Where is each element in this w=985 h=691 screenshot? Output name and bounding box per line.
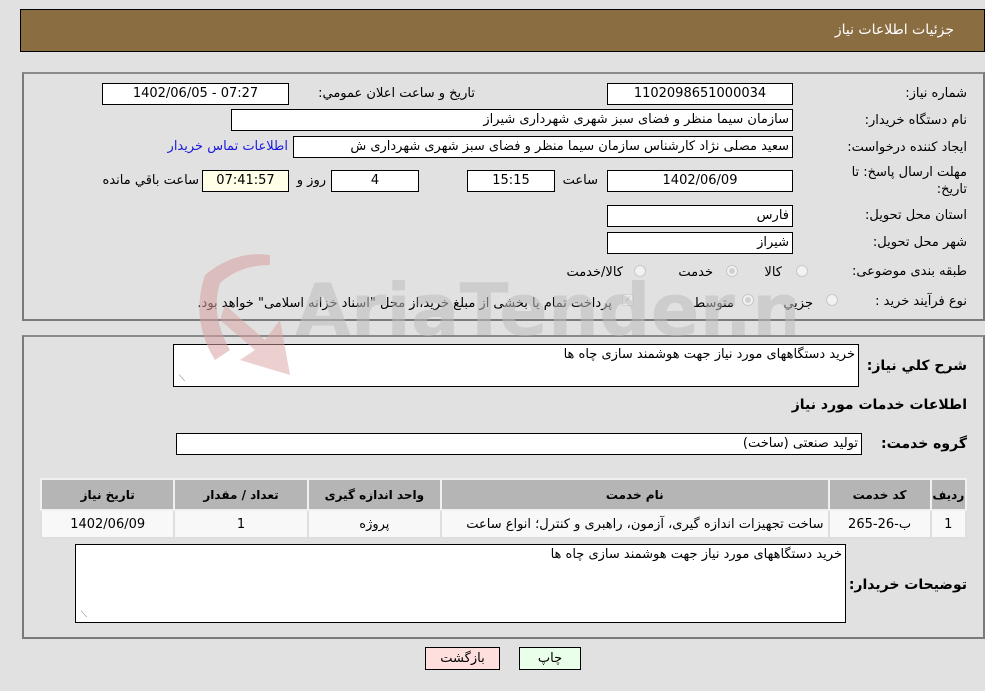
days-label: روز و bbox=[296, 173, 326, 188]
category-option-goods-service: کالا/خدمت bbox=[566, 265, 623, 280]
announce-datetime-field: 1402/06/05 - 07:27 bbox=[102, 83, 289, 105]
category-option-service: خدمت bbox=[678, 265, 713, 280]
deadline-time-label: ساعت bbox=[562, 173, 598, 188]
purchase-option-minor: جزیي bbox=[783, 296, 813, 311]
print-button[interactable]: چاپ bbox=[519, 647, 581, 670]
need-number-field: 1102098651000034 bbox=[607, 83, 793, 105]
buyer-contact-link[interactable]: اطلاعات تماس خریدار bbox=[168, 139, 288, 154]
table-row: 1 ب-26-265 ساخت تجهیزات اندازه گیری، آزم… bbox=[39, 509, 968, 539]
purchase-type-label: نوع فرآیند خرید : bbox=[875, 294, 967, 309]
back-button[interactable]: بازگشت bbox=[425, 647, 500, 670]
general-desc-label: شرح کلي نیاز: bbox=[866, 358, 967, 374]
cell-service-code: ب-26-265 bbox=[827, 509, 932, 539]
resize-grip-icon[interactable]: ⟋ bbox=[78, 611, 87, 620]
buyer-notes-text: خرید دستگاههای مورد نیاز جهت هوشمند سازی… bbox=[550, 547, 842, 562]
services-table: ردیف کد خدمت نام خدمت واحد اندازه گیری ت… bbox=[39, 478, 968, 539]
city-label: شهر محل تحویل: bbox=[872, 235, 967, 250]
col-header-row-number: ردیف bbox=[929, 478, 968, 511]
category-radio-service[interactable] bbox=[726, 265, 738, 277]
purchase-option-medium: متوسط bbox=[693, 296, 734, 311]
buyer-org-field: سازمان سیما منظر و فضای سبز شهری شهرداری… bbox=[231, 109, 793, 131]
cell-quantity: 1 bbox=[173, 509, 309, 539]
service-group-label: گروه خدمت: bbox=[881, 436, 967, 452]
deadline-label-line2: تاریخ: bbox=[936, 182, 967, 197]
buyer-notes-textarea[interactable]: خرید دستگاههای مورد نیاز جهت هوشمند سازی… bbox=[75, 544, 846, 623]
category-label: طبقه بندی موضوعی: bbox=[851, 264, 967, 279]
general-desc-textarea[interactable]: خرید دستگاههای مورد نیاز جهت هوشمند سازی… bbox=[173, 344, 859, 387]
province-field: فارس bbox=[607, 205, 793, 227]
cell-service-name: ساخت تجهیزات اندازه گیری، آزمون، راهبری … bbox=[440, 509, 830, 539]
general-desc-text: خرید دستگاههای مورد نیاز جهت هوشمند سازی… bbox=[563, 347, 855, 362]
cell-need-date: 1402/06/09 bbox=[39, 509, 176, 539]
province-label: استان محل تحویل: bbox=[865, 208, 967, 223]
category-radio-goods[interactable] bbox=[796, 265, 808, 277]
remaining-time-label: ساعت باقي مانده bbox=[102, 173, 199, 188]
services-heading: اطلاعات خدمات مورد نیاز bbox=[791, 397, 967, 413]
requester-label: ایجاد کننده درخواست: bbox=[847, 140, 967, 155]
purchase-radio-minor[interactable] bbox=[826, 294, 838, 306]
deadline-label-line1: مهلت ارسال پاسخ: تا bbox=[851, 165, 967, 180]
treasury-note: پرداخت تمام یا بخشی از مبلغ خرید،از محل … bbox=[197, 296, 612, 311]
resize-grip-icon[interactable]: ⟋ bbox=[176, 375, 185, 384]
requester-field: سعید مصلی نژاد کارشناس سازمان سیما منظر … bbox=[293, 136, 793, 158]
purchase-radio-medium[interactable] bbox=[742, 294, 754, 306]
col-header-service-name: نام خدمت bbox=[440, 478, 830, 511]
treasury-checkbox[interactable]: ✓ bbox=[622, 294, 634, 306]
remaining-days-field: 4 bbox=[331, 170, 419, 192]
col-header-quantity: تعداد / مقدار bbox=[173, 478, 309, 511]
category-option-goods: کالا bbox=[764, 265, 782, 280]
category-radio-goods-service[interactable] bbox=[634, 265, 646, 277]
need-number-label: شماره نیاز: bbox=[905, 86, 967, 101]
deadline-date-field: 1402/06/09 bbox=[607, 170, 793, 192]
cell-row-number: 1 bbox=[929, 509, 968, 539]
city-field: شیراز bbox=[607, 232, 793, 254]
service-group-field: تولید صنعتی (ساخت) bbox=[176, 433, 862, 455]
remaining-time-field: 07:41:57 bbox=[202, 170, 289, 192]
announce-datetime-label: تاریخ و ساعت اعلان عمومي: bbox=[318, 86, 475, 101]
col-header-unit: واحد اندازه گیری bbox=[306, 478, 443, 511]
deadline-time-field: 15:15 bbox=[467, 170, 555, 192]
col-header-service-code: کد خدمت bbox=[827, 478, 932, 511]
page-header: جزئیات اطلاعات نیاز bbox=[20, 9, 985, 52]
table-header-row: ردیف کد خدمت نام خدمت واحد اندازه گیری ت… bbox=[39, 478, 968, 511]
buyer-org-label: نام دستگاه خریدار: bbox=[864, 113, 967, 128]
page-title: جزئیات اطلاعات نیاز bbox=[834, 22, 954, 38]
col-header-need-date: تاریخ نیاز bbox=[39, 478, 176, 511]
cell-unit: پروژه bbox=[306, 509, 443, 539]
buyer-notes-label: توضیحات خریدار: bbox=[848, 577, 967, 593]
